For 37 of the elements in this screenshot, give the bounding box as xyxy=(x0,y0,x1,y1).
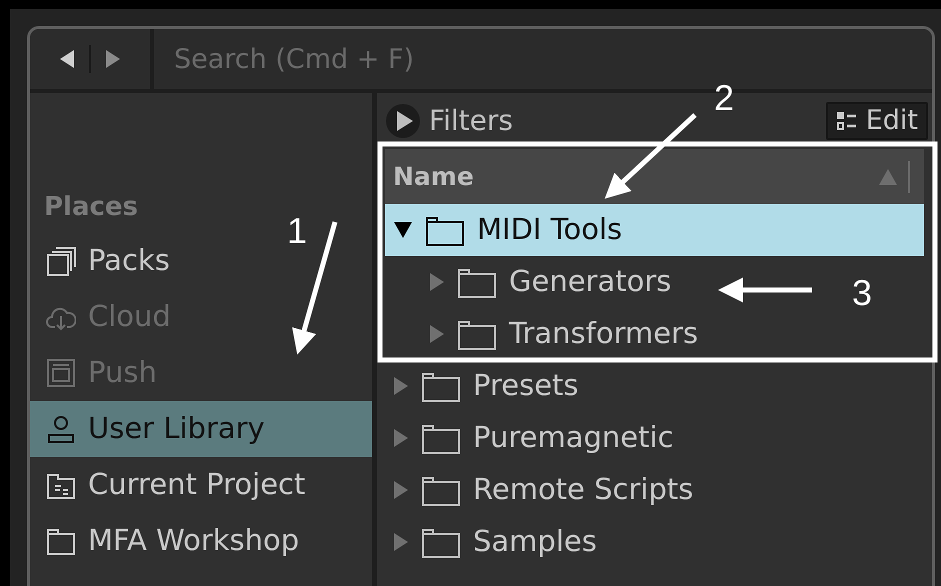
back-arrow-icon[interactable] xyxy=(59,49,75,69)
stacked-squares-icon xyxy=(46,245,76,277)
collapsed-triangle-icon[interactable] xyxy=(393,376,409,396)
folder-name: Puremagnetic xyxy=(473,419,674,456)
tree-row[interactable]: Presets xyxy=(385,360,585,412)
tree-row[interactable]: Puremagnetic xyxy=(385,412,680,464)
folder-name: Generators xyxy=(509,263,672,300)
tree-row[interactable]: Remote Scripts xyxy=(385,464,700,516)
play-icon[interactable] xyxy=(385,103,421,139)
tree-row[interactable]: Generators xyxy=(385,256,678,308)
sidebar-item[interactable]: MFA Workshop xyxy=(30,513,372,569)
folder-name: Samples xyxy=(473,523,597,560)
folder-name: MIDI Tools xyxy=(477,211,622,248)
device-icon xyxy=(46,357,76,389)
folder-name: Transformers xyxy=(509,315,698,352)
folder-name: Presets xyxy=(473,367,579,404)
tree-row[interactable]: Samples xyxy=(385,516,603,568)
sort-ascending-icon[interactable] xyxy=(878,168,898,186)
folder-name: Remote Scripts xyxy=(473,471,694,508)
collapsed-triangle-icon[interactable] xyxy=(429,324,445,344)
collapsed-triangle-icon[interactable] xyxy=(393,428,409,448)
user-icon xyxy=(46,413,76,445)
collapsed-triangle-icon[interactable] xyxy=(393,480,409,500)
sidebar-item[interactable]: User Library xyxy=(30,401,372,457)
annotation-number: 1 xyxy=(286,210,308,251)
collapsed-triangle-icon[interactable] xyxy=(429,272,445,292)
expanded-triangle-icon[interactable] xyxy=(393,221,413,239)
edit-button[interactable]: Edit xyxy=(826,102,928,140)
annotation-number: 3 xyxy=(852,272,872,313)
forward-arrow-icon[interactable] xyxy=(105,49,121,69)
section-heading: Places xyxy=(43,190,138,224)
tree-row[interactable]: Transformers xyxy=(385,308,704,360)
edit-list-icon xyxy=(836,111,858,131)
tree-row[interactable]: MIDI Tools xyxy=(385,204,924,256)
collapsed-triangle-icon[interactable] xyxy=(393,532,409,552)
filters-label: Filters xyxy=(429,103,514,139)
sidebar-item[interactable]: Current Project xyxy=(30,457,372,513)
